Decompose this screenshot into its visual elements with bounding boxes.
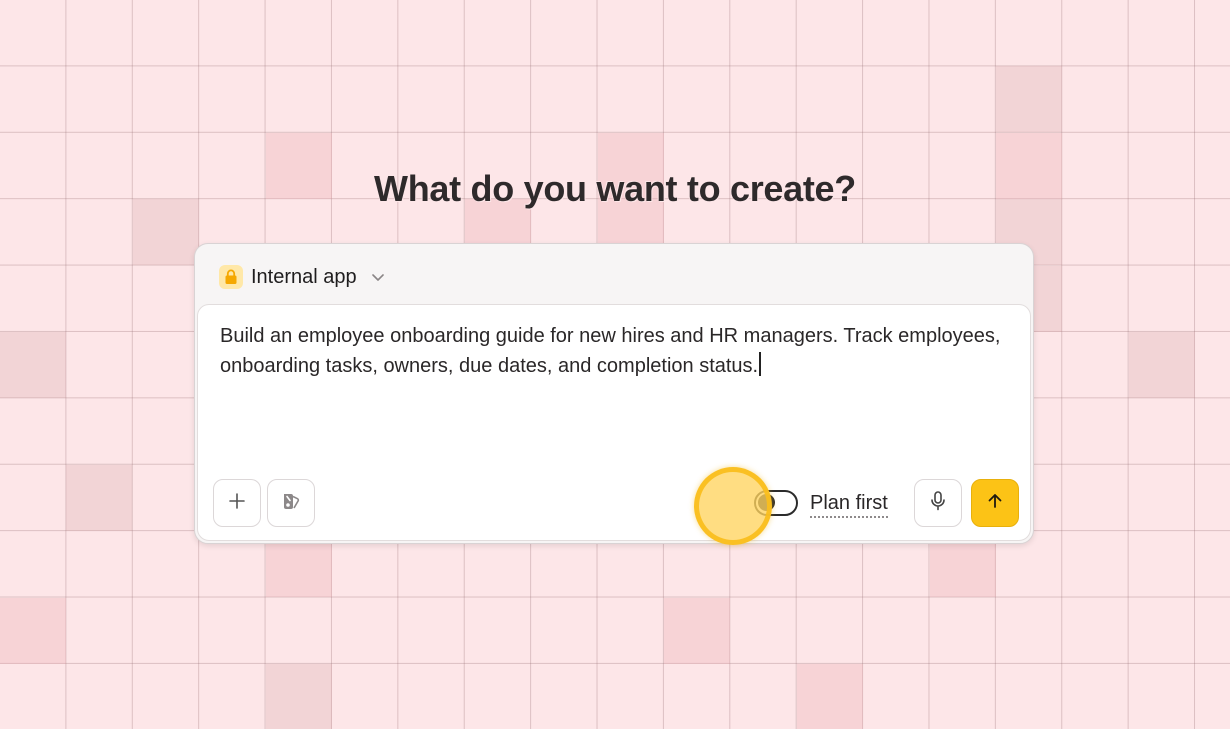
grid-tile [1129,332,1195,398]
text-caret [759,352,761,376]
app-type-label: Internal app [251,265,357,288]
send-button[interactable] [971,479,1019,527]
grid-tile [797,664,863,729]
prompt-editor[interactable]: Build an employee onboarding guide for n… [197,304,1031,541]
page-title: What do you want to create? [374,168,856,209]
style-button[interactable] [267,479,315,527]
toggle-knob [758,494,775,511]
grid-tile [996,66,1062,132]
grid-tile [66,465,132,531]
grid-tile [266,664,332,729]
grid-tile [664,598,730,664]
plan-first-label[interactable]: Plan first [810,491,888,518]
plus-icon [227,491,247,516]
prompt-input[interactable]: Build an employee onboarding guide for n… [220,321,1010,381]
lock-icon [219,265,243,289]
prompt-input-text: Build an employee onboarding guide for n… [220,325,1001,377]
arrow-up-icon [985,491,1005,516]
microphone-icon [928,490,948,517]
prompt-composer: Internal app Build an employee onboardin… [194,243,1034,544]
grid-tile [0,598,66,664]
grid-tile [0,332,66,398]
chevron-down-icon [371,272,385,282]
plan-first-toggle[interactable] [754,490,798,516]
add-attachment-button[interactable] [213,479,261,527]
microphone-button[interactable] [914,479,962,527]
app-type-selector[interactable]: Internal app [219,264,385,290]
palette-icon [280,490,302,517]
